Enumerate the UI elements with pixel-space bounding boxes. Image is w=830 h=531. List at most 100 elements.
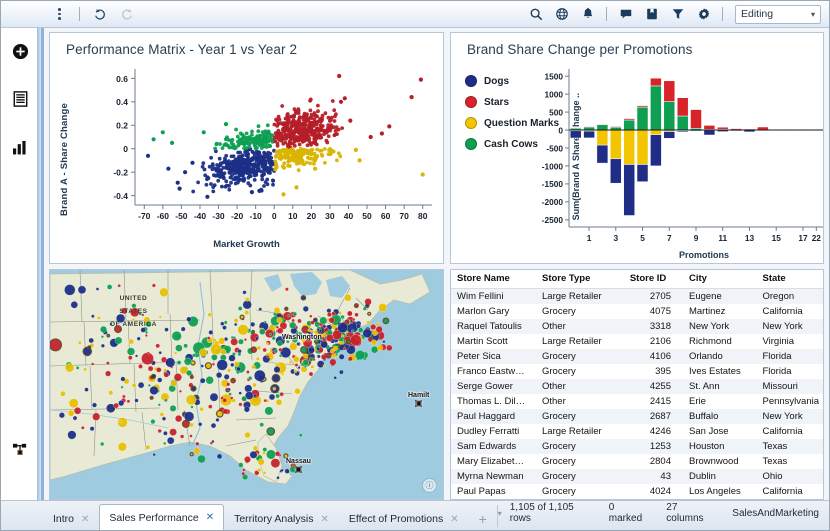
svg-text:-30: -30: [212, 211, 225, 221]
map-svg[interactable]: [50, 270, 443, 500]
scatter-plot-panel[interactable]: Performance Matrix - Year 1 vs Year 2 Br…: [49, 32, 444, 264]
search-icon[interactable]: [523, 3, 548, 25]
tab-effect-of-promotions[interactable]: Effect of Promotions ✕: [339, 507, 469, 530]
tab-close-icon[interactable]: ✕: [206, 512, 214, 523]
tab-close-icon[interactable]: ✕: [450, 514, 458, 525]
tab-close-icon[interactable]: ✕: [81, 514, 89, 525]
svg-text:-10: -10: [250, 211, 263, 221]
toolbar-right-group: Editing ▾: [523, 3, 821, 25]
table-cell: Serge Gower: [451, 379, 536, 394]
add-visualization-icon[interactable]: [8, 38, 34, 64]
edit-mode-select[interactable]: Editing ▾: [735, 4, 821, 24]
svg-text:-70: -70: [138, 211, 151, 221]
table-header-state[interactable]: State: [756, 270, 823, 289]
table-row[interactable]: Franco Eastw… Grocery 395 Ives Estates Flori…: [451, 364, 823, 379]
add-tab-button[interactable]: +: [469, 511, 497, 530]
redo-icon[interactable]: [114, 3, 139, 25]
filter-icon[interactable]: [665, 3, 690, 25]
table-cell: California: [762, 306, 803, 317]
comment-icon[interactable]: [613, 3, 638, 25]
kebab-menu-icon[interactable]: [47, 3, 72, 25]
tab-territory-analysis[interactable]: Territory Analysis ✕: [224, 507, 339, 530]
table-row[interactable]: Dudley Ferratti Large Retailer 4246 San Jos…: [451, 424, 823, 439]
table-row[interactable]: Paul Haggard Grocery 2687 Buffalo New York: [451, 409, 823, 424]
svg-text:7: 7: [667, 233, 672, 243]
table-cell: Other: [536, 319, 624, 334]
table-row[interactable]: Peter Sica Grocery 4106 Orlando Florida: [451, 349, 823, 364]
map-city-nassau: Nassau ▣: [286, 458, 311, 473]
table-body: Wim Fellini Large Retailer 2705 Eugene Orego…: [451, 288, 823, 500]
table-cell: New York: [756, 319, 823, 334]
svg-text:0: 0: [558, 125, 563, 135]
table-cell: 2705: [623, 288, 683, 304]
toolbar-left-group: [47, 3, 139, 25]
info-icon[interactable]: ⓘ: [422, 478, 437, 493]
table-row[interactable]: Mary Elizabet… Grocery 2804 Brownwood Texas: [451, 454, 823, 469]
svg-text:15: 15: [772, 233, 782, 243]
table-cell: 43: [623, 469, 683, 484]
table-row[interactable]: Sam Edwards Grocery 1253 Houston Texas: [451, 439, 823, 454]
svg-text:-1000: -1000: [542, 161, 564, 171]
status-caret-icon[interactable]: ▾: [498, 509, 502, 518]
table-cell: 395: [655, 366, 671, 377]
table-row[interactable]: Serge Gower Other 4255 St. Ann Missouri: [451, 379, 823, 394]
tab-sales-performance[interactable]: Sales Performance ✕: [99, 504, 225, 530]
table-header-store-id[interactable]: Store ID: [623, 270, 683, 289]
map-city-hamilton: Hamilt ▣: [408, 392, 430, 407]
svg-text:10: 10: [288, 211, 298, 221]
bar-chart-panel[interactable]: Brand Share Change per Promotions Dogs St…: [450, 32, 824, 264]
svg-text:-0.4: -0.4: [113, 191, 128, 201]
table-cell: Franco Eastw…: [457, 366, 525, 377]
table-cell: Missouri: [756, 379, 823, 394]
table-header-store-type[interactable]: Store Type: [536, 270, 624, 289]
table-cell: Ives Estates: [688, 366, 741, 377]
svg-text:-1500: -1500: [542, 179, 564, 189]
dashboard-row-top: Performance Matrix - Year 1 vs Year 2 Br…: [49, 32, 824, 264]
table-row[interactable]: Marlon Gary Grocery 4075 Martinez California: [451, 304, 823, 319]
tab-intro[interactable]: Intro ✕: [43, 507, 99, 530]
tab-label: Territory Analysis: [234, 513, 314, 525]
table-cell: Grocery: [536, 409, 624, 424]
table-cell: San Jose: [688, 426, 729, 437]
table-row[interactable]: Myrna Newman Grocery 43 Dublin Ohio: [451, 469, 823, 484]
tab-label: Intro: [53, 513, 75, 525]
svg-text:-2000: -2000: [542, 197, 564, 207]
svg-text:11: 11: [718, 233, 727, 243]
svg-text:0.6: 0.6: [116, 74, 128, 84]
table-cell: 2106: [649, 336, 671, 347]
table-row[interactable]: Paul Papas Grocery 4024 Los Angeles Californ…: [451, 484, 823, 499]
table-cell: Myrna Newman: [451, 469, 536, 484]
table-header-city[interactable]: City: [682, 270, 757, 289]
table-header-store-name[interactable]: Store Name: [451, 270, 536, 289]
table-cell: Large Retailer: [542, 426, 602, 437]
tab-close-icon[interactable]: ✕: [320, 514, 328, 525]
table-cell: California: [762, 486, 803, 497]
table-cell: Ohio: [756, 469, 823, 484]
notification-bell-icon[interactable]: [575, 3, 600, 25]
bookmark-icon[interactable]: [639, 3, 664, 25]
bar-chart-icon[interactable]: [8, 134, 34, 160]
undo-icon[interactable]: [87, 3, 112, 25]
svg-text:60: 60: [381, 211, 391, 221]
table-row[interactable]: Wim Fellini Large Retailer 2705 Eugene Orego…: [451, 288, 823, 304]
table-cell: St. Ann: [682, 379, 757, 394]
scatter-plot-area[interactable]: Brand A - Share Change -0.4 -0.2 0 0.2 0.4 0.…: [50, 57, 443, 250]
globe-icon[interactable]: [549, 3, 574, 25]
table-cell: Grocery: [536, 439, 624, 454]
data-flow-icon[interactable]: [8, 436, 34, 462]
table-cell: Grocery: [542, 456, 576, 467]
table-cell: 2804: [649, 456, 671, 467]
table-row[interactable]: Thomas L. Dil… Other 2415 Erie Pennsylvania: [451, 394, 823, 409]
table-cell: Martin Scott: [457, 336, 508, 347]
table-row[interactable]: Raquel Tatoulis Other 3318 New York New York: [451, 319, 823, 334]
data-table-panel[interactable]: Store Name Store Type Store ID City State Wi…: [450, 269, 824, 500]
status-dataset[interactable]: SalesAndMarketing: [732, 508, 819, 519]
gear-icon[interactable]: [691, 3, 716, 25]
toolbar-divider: [79, 7, 80, 21]
table-row[interactable]: Martin Scott Large Retailer 2106 Richmond Vi…: [451, 334, 823, 349]
bar-chart-title: Brand Share Change per Promotions: [467, 42, 693, 57]
data-table-icon[interactable]: [8, 86, 34, 112]
svg-text:5: 5: [640, 233, 645, 243]
table-header-row: Store Name Store Type Store ID City State: [451, 270, 823, 289]
map-panel[interactable]: UNITED STATES OF AMERICA Washington Nass…: [49, 269, 444, 500]
